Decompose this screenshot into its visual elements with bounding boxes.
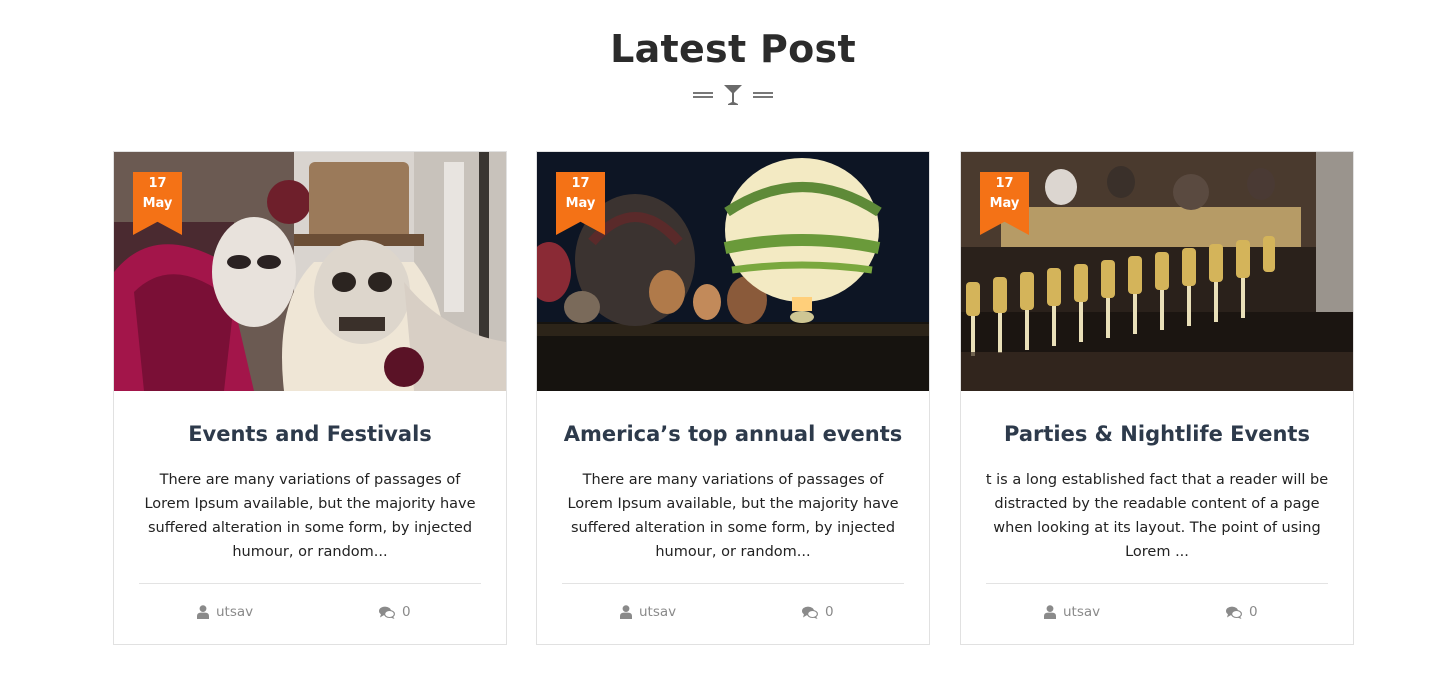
post-excerpt: There are many variations of passages of… (567, 472, 899, 560)
date-day: 17 (995, 176, 1014, 191)
post-author[interactable]: utsav (620, 603, 676, 621)
date-month: May (565, 196, 596, 211)
author-name: utsav (216, 604, 254, 620)
comments-icon (802, 606, 818, 619)
card-divider (562, 583, 904, 584)
post-comments[interactable]: 0 (1226, 603, 1258, 621)
card-divider (986, 583, 1328, 584)
date-month: May (989, 196, 1020, 211)
post-author[interactable]: utsav (1044, 603, 1100, 621)
user-icon (1044, 605, 1056, 619)
post-author[interactable]: utsav (197, 603, 253, 621)
date-day: 17 (571, 176, 590, 191)
user-icon (620, 605, 632, 619)
post-card-americas-top-events[interactable]: 17 May America’s top annual events There… (536, 151, 930, 645)
post-comments[interactable]: 0 (802, 603, 834, 621)
title-divider (0, 83, 1453, 107)
comment-count: 0 (1249, 604, 1258, 620)
cocktail-glass-icon (724, 85, 742, 105)
user-icon (197, 605, 209, 619)
comment-count: 0 (402, 604, 411, 620)
divider-line-left (693, 92, 713, 98)
author-name: utsav (639, 604, 677, 620)
post-title[interactable]: Events and Festivals (114, 422, 506, 446)
section-title: Latest Post (610, 27, 856, 71)
card-divider (139, 583, 481, 584)
comments-icon (379, 606, 395, 619)
post-comments[interactable]: 0 (379, 603, 411, 621)
date-month: May (142, 196, 173, 211)
date-day: 17 (148, 176, 167, 191)
post-card-parties-nightlife[interactable]: 17 May Parties & Nightlife Events t is a… (960, 151, 1354, 645)
post-excerpt: t is a long established fact that a read… (985, 472, 1329, 560)
divider-line-right (753, 92, 773, 98)
post-title[interactable]: America’s top annual events (537, 422, 929, 446)
post-title[interactable]: Parties & Nightlife Events (961, 422, 1353, 446)
comments-icon (1226, 606, 1242, 619)
comment-count: 0 (825, 604, 834, 620)
post-excerpt: There are many variations of passages of… (144, 472, 476, 560)
post-card-events-festivals[interactable]: 17 May Events and Festivals There are ma… (113, 151, 507, 645)
author-name: utsav (1063, 604, 1101, 620)
